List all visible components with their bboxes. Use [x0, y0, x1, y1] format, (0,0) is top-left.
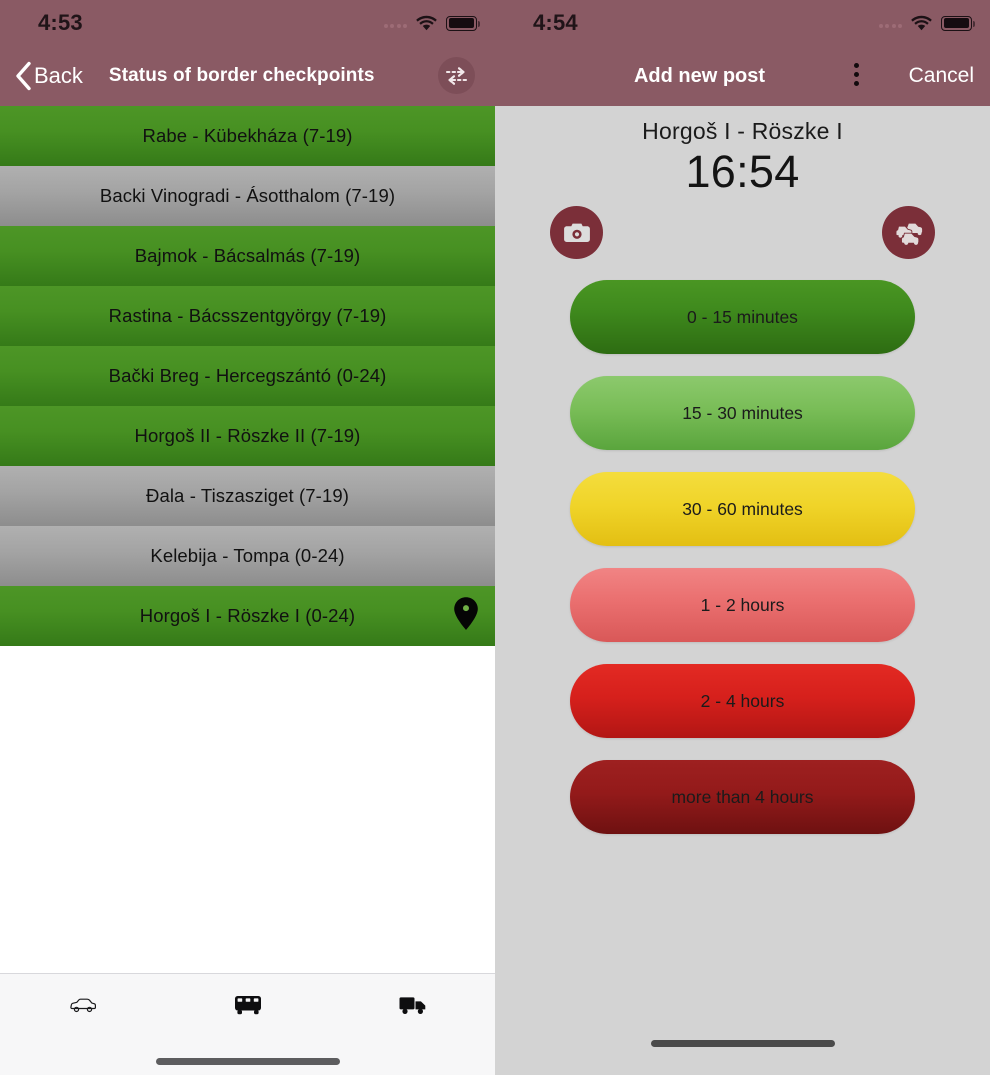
checkpoint-row[interactable]: Horgoš I - Röszke I (0-24) — [0, 586, 495, 646]
checkpoint-list: Rabe - Kübekháza (7-19) Backi Vinogradi -… — [0, 106, 495, 646]
wait-time-options: 0 - 15 minutes 15 - 30 minutes 30 - 60 min… — [495, 259, 990, 834]
checkpoint-row[interactable]: Bački Breg - Hercegszántó (0-24) — [0, 346, 495, 406]
right-screen-add-new-post: 4:54 Add new post Cancel Horgoš I - Rösz… — [495, 0, 990, 1075]
status-bar-indicators — [878, 0, 976, 46]
tab-buses[interactable] — [165, 974, 330, 1040]
action-icon-row — [495, 200, 990, 259]
status-bar-right: 4:54 — [495, 0, 990, 46]
wait-option-button[interactable]: 0 - 15 minutes — [570, 280, 915, 354]
checkpoint-row[interactable]: Đala - Tiszasziget (7-19) — [0, 466, 495, 526]
checkpoint-label: Đala - Tiszasziget (7-19) — [146, 485, 349, 506]
wait-option-button[interactable]: more than 4 hours — [570, 760, 915, 834]
chevron-left-icon — [14, 61, 32, 91]
wait-option-button[interactable]: 30 - 60 minutes — [570, 472, 915, 546]
bus-icon — [233, 994, 263, 1021]
checkpoint-row[interactable]: Bajmok - Bácsalmás (7-19) — [0, 226, 495, 286]
checkpoint-label: Rastina - Bácsszentgyörgy (7-19) — [108, 305, 387, 326]
wait-option-button[interactable]: 2 - 4 hours — [570, 664, 915, 738]
checkpoint-label: Horgoš I - Röszke I (0-24) — [139, 605, 356, 626]
status-bar-left: 4:53 — [0, 0, 495, 46]
cancel-button[interactable]: Cancel — [909, 64, 974, 88]
page-title: Status of border checkpoints — [108, 65, 375, 86]
traffic-jam-icon[interactable] — [882, 206, 935, 259]
home-indicator — [155, 1058, 340, 1065]
status-bar-time: 4:53 — [38, 10, 83, 35]
checkpoint-label: Kelebija - Tompa (0-24) — [150, 545, 345, 566]
left-screen-border-checkpoints: 4:53 Back Status of border checkpoints R… — [0, 0, 495, 1075]
checkpoint-row[interactable]: Kelebija - Tompa (0-24) — [0, 526, 495, 586]
back-button-label: Back — [34, 63, 83, 88]
add-post-body: Horgoš I - Röszke I 16:54 0 - 15 minutes… — [495, 106, 990, 1075]
kebab-menu-icon[interactable] — [854, 63, 859, 86]
crossing-name: Horgoš I - Röszke I — [642, 118, 843, 144]
wifi-icon — [416, 15, 437, 31]
checkpoint-row[interactable]: Rabe - Kübekháza (7-19) — [0, 106, 495, 166]
dual-screenshot-container: 4:53 Back Status of border checkpoints R… — [0, 0, 990, 1075]
wait-option-button[interactable]: 1 - 2 hours — [570, 568, 915, 642]
checkpoint-label: Backi Vinogradi - Ásotthalom (7-19) — [99, 185, 396, 206]
bottom-tab-bar — [0, 973, 495, 1075]
camera-icon[interactable] — [550, 206, 603, 259]
checkpoint-label: Bački Breg - Hercegszántó (0-24) — [108, 365, 387, 386]
signal-dots-icon — [383, 18, 407, 28]
navigation-bar-right: Add new post Cancel — [495, 46, 990, 106]
wait-option-button[interactable]: 15 - 30 minutes — [570, 376, 915, 450]
checkpoint-row[interactable]: Horgoš II - Röszke II (7-19) — [0, 406, 495, 466]
battery-icon — [941, 15, 976, 31]
checkpoint-row[interactable]: Rastina - Bácsszentgyörgy (7-19) — [0, 286, 495, 346]
tab-cars[interactable] — [0, 974, 165, 1040]
battery-icon — [446, 15, 481, 31]
back-button[interactable]: Back — [14, 61, 83, 91]
navigation-bar-left: Back Status of border checkpoints — [0, 46, 495, 106]
checkpoint-label: Bajmok - Bácsalmás (7-19) — [134, 245, 361, 266]
wifi-icon — [911, 15, 932, 31]
car-icon — [69, 997, 97, 1018]
checkpoint-label: Horgoš II - Röszke II (7-19) — [134, 425, 361, 446]
checkpoint-label: Rabe - Kübekháza (7-19) — [142, 125, 353, 146]
exchange-arrows-icon[interactable] — [438, 57, 475, 94]
checkpoint-row[interactable]: Backi Vinogradi - Ásotthalom (7-19) — [0, 166, 495, 226]
signal-dots-icon — [878, 18, 902, 28]
status-bar-time: 4:54 — [533, 10, 578, 35]
status-bar-indicators — [383, 0, 481, 46]
location-pin-icon[interactable] — [453, 597, 479, 636]
current-time-display: 16:54 — [685, 146, 800, 197]
truck-icon — [398, 994, 428, 1021]
tab-trucks[interactable] — [330, 974, 495, 1040]
home-indicator — [650, 1040, 835, 1047]
